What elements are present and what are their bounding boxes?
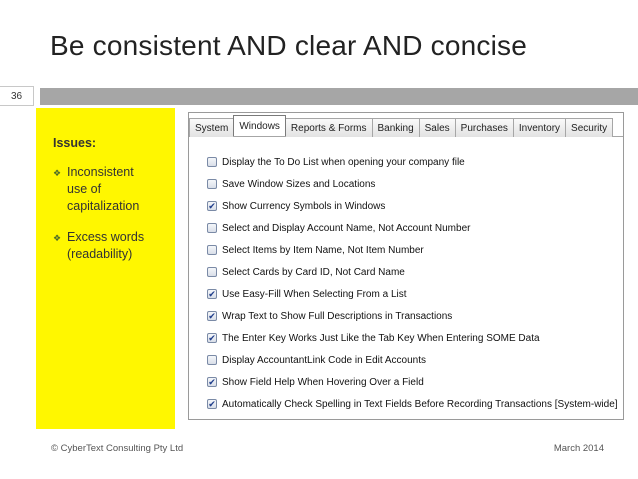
option-row[interactable]: Select and Display Account Name, Not Acc… <box>207 217 618 239</box>
checkmark-icon: ✔ <box>208 289 216 299</box>
option-label: Select and Display Account Name, Not Acc… <box>222 222 471 234</box>
tab-purchases[interactable]: Purchases <box>454 118 514 137</box>
option-row[interactable]: ✔ The Enter Key Works Just Like the Tab K… <box>207 327 618 349</box>
option-label: Automatically Check Spelling in Text Fie… <box>222 398 618 410</box>
option-checkbox[interactable]: ✔ <box>207 377 217 387</box>
tab-system[interactable]: System <box>189 118 235 137</box>
checkmark-icon: ✔ <box>208 377 216 387</box>
option-label: Save Window Sizes and Locations <box>222 178 376 190</box>
option-checkbox[interactable] <box>207 355 217 365</box>
option-checkbox[interactable] <box>207 245 217 255</box>
option-label: Display AccountantLink Code in Edit Acco… <box>222 354 427 366</box>
issue-text-line: (readability) <box>67 247 133 261</box>
option-row[interactable]: Save Window Sizes and Locations <box>207 173 618 195</box>
issue-item: ❖ Excess words (readability) <box>53 229 165 263</box>
options-list: Display the To Do List when opening your… <box>207 151 618 415</box>
option-label: Select Items by Item Name, Not Item Numb… <box>222 244 424 256</box>
option-checkbox[interactable] <box>207 179 217 189</box>
option-label: Select Cards by Card ID, Not Card Name <box>222 266 405 278</box>
option-checkbox[interactable]: ✔ <box>207 333 217 343</box>
tab-banking[interactable]: Banking <box>371 118 420 137</box>
tab-strip: System Windows Reports & Forms Banking Sales… <box>189 115 623 137</box>
option-checkbox[interactable]: ✔ <box>207 201 217 211</box>
option-row[interactable]: Select Items by Item Name, Not Item Numb… <box>207 239 618 261</box>
option-row[interactable]: Display AccountantLink Code in Edit Acco… <box>207 349 618 371</box>
diamond-bullet-icon: ❖ <box>53 233 62 243</box>
issue-text-line: Inconsistent <box>67 165 134 179</box>
header-bar <box>40 88 638 105</box>
option-row[interactable]: ✔ Show Field Help When Hovering Over a Fi… <box>207 371 618 393</box>
option-checkbox[interactable]: ✔ <box>207 399 217 409</box>
option-label: Wrap Text to Show Full Descriptions in T… <box>222 310 453 322</box>
option-checkbox[interactable] <box>207 157 217 167</box>
issues-label: Issues: <box>53 136 97 150</box>
tab-inventory[interactable]: Inventory <box>512 118 567 137</box>
option-label: Use Easy-Fill When Selecting From a List <box>222 288 407 300</box>
option-row[interactable]: ✔ Use Easy-Fill When Selecting From a Lis… <box>207 283 618 305</box>
tab-security[interactable]: Security <box>565 118 614 137</box>
option-label: Show Field Help When Hovering Over a Fie… <box>222 376 424 388</box>
option-checkbox[interactable] <box>207 223 217 233</box>
slide-title: Be consistent AND clear AND concise <box>50 30 527 61</box>
diamond-bullet-icon: ❖ <box>53 168 62 178</box>
tab-sales[interactable]: Sales <box>418 118 456 137</box>
option-row[interactable]: ✔ Automatically Check Spelling in Text Fi… <box>207 393 618 415</box>
issue-text-line: use of <box>67 182 102 196</box>
issue-text-line: capitalization <box>67 199 140 213</box>
issues-panel: Issues: ❖ Inconsistent use of capitaliza… <box>36 108 175 429</box>
tab-windows[interactable]: Windows <box>233 115 286 136</box>
option-row[interactable]: ✔ Wrap Text to Show Full Descriptions in … <box>207 305 618 327</box>
option-row[interactable]: Select Cards by Card ID, Not Card Name <box>207 261 618 283</box>
option-row[interactable]: ✔ Show Currency Symbols in Windows <box>207 195 618 217</box>
option-label: Display the To Do List when opening your… <box>222 156 465 168</box>
option-checkbox[interactable]: ✔ <box>207 289 217 299</box>
issue-item: ❖ Inconsistent use of capitalization <box>53 164 165 215</box>
checkmark-icon: ✔ <box>208 311 216 321</box>
checkmark-icon: ✔ <box>208 201 216 211</box>
preferences-dialog: System Windows Reports & Forms Banking Sales… <box>188 112 624 420</box>
option-row[interactable]: Display the To Do List when opening your… <box>207 151 618 173</box>
option-label: Show Currency Symbols in Windows <box>222 200 386 212</box>
slide-number: 36 <box>0 86 34 106</box>
checkmark-icon: ✔ <box>208 399 216 409</box>
option-checkbox[interactable]: ✔ <box>207 311 217 321</box>
footer-copyright: © CyberText Consulting Pty Ltd <box>51 443 184 454</box>
footer-date: March 2014 <box>553 443 604 454</box>
option-checkbox[interactable] <box>207 267 217 277</box>
tab-reports-forms[interactable]: Reports & Forms <box>284 118 373 137</box>
issue-text-line: Excess words <box>67 230 145 244</box>
checkmark-icon: ✔ <box>208 333 216 343</box>
option-label: The Enter Key Works Just Like the Tab Ke… <box>222 332 540 344</box>
